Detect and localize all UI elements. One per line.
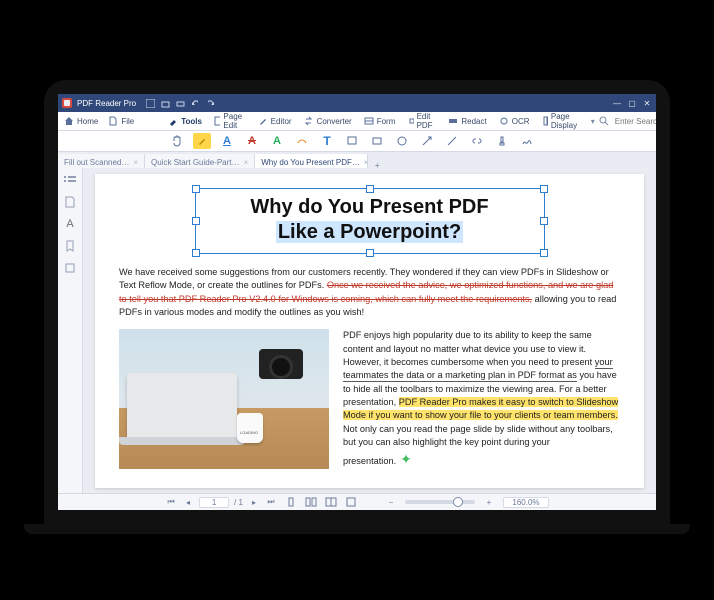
status-bar: ⏮ ◂ 1 / 1 ▸ ⏭ − + 160.0%	[58, 493, 656, 510]
search-input[interactable]	[613, 116, 656, 127]
signature-tool-icon[interactable]	[518, 133, 536, 149]
strikeout-tool-icon[interactable]: A	[243, 133, 261, 149]
redo-icon[interactable]	[205, 98, 215, 108]
view-double-icon[interactable]	[305, 496, 317, 508]
laptop-base	[24, 524, 690, 534]
side-panel: A	[58, 168, 83, 494]
star-annotation-icon: ✦	[400, 451, 412, 467]
view-book-icon[interactable]	[325, 496, 337, 508]
paragraph-1: We have received some suggestions from o…	[119, 266, 620, 319]
close-icon[interactable]: ✕	[642, 98, 652, 108]
undo-icon[interactable]	[190, 98, 200, 108]
resize-handle[interactable]	[540, 249, 548, 257]
page-total: / 1	[234, 498, 243, 507]
highlight-tool-icon[interactable]	[193, 133, 211, 149]
first-page-icon[interactable]: ⏮	[165, 496, 177, 508]
selected-text-box[interactable]: Why do You Present PDF Like a Powerpoint…	[195, 188, 545, 254]
resize-handle[interactable]	[540, 185, 548, 193]
read-mode-icon[interactable]	[345, 496, 357, 508]
annotations-icon[interactable]: A	[64, 218, 76, 230]
open-icon[interactable]	[160, 98, 170, 108]
squiggly-tool-icon[interactable]: A	[268, 133, 286, 149]
shape-rect-icon[interactable]	[368, 133, 386, 149]
save-icon[interactable]	[145, 98, 155, 108]
doc-title: Why do You Present PDF Like a Powerpoint…	[206, 195, 534, 245]
laptop-illustration	[127, 373, 237, 439]
text-tool-icon[interactable]: T	[318, 133, 336, 149]
maximize-icon[interactable]: ▢	[627, 98, 637, 108]
titlebar: PDF Reader Pro — ▢ ✕	[58, 94, 656, 112]
zoom-slider[interactable]	[405, 500, 475, 504]
print-icon[interactable]	[175, 98, 185, 108]
outline-icon[interactable]	[64, 196, 76, 208]
chevron-down-icon[interactable]: ▾	[591, 117, 595, 126]
thumbnails-icon[interactable]	[64, 174, 76, 186]
shape-circle-icon[interactable]	[393, 133, 411, 149]
zoom-value[interactable]: 160.0%	[503, 497, 549, 508]
close-tab-icon[interactable]: ×	[244, 158, 249, 167]
freehand-tool-icon[interactable]	[293, 133, 311, 149]
menu-form[interactable]: Form	[364, 112, 396, 130]
page-number-input[interactable]: 1	[199, 497, 229, 508]
menu-edit-pdf[interactable]: Edit PDF	[407, 112, 436, 130]
pdf-page[interactable]: Why do You Present PDF Like a Powerpoint…	[95, 174, 644, 488]
app-name: PDF Reader Pro	[77, 99, 136, 108]
resize-handle[interactable]	[192, 217, 200, 225]
resize-handle[interactable]	[366, 185, 374, 193]
shape-arrow-icon[interactable]	[418, 133, 436, 149]
link-tool-icon[interactable]	[468, 133, 486, 149]
resize-handle[interactable]	[192, 185, 200, 193]
resize-handle[interactable]	[192, 249, 200, 257]
menu-tools[interactable]: Tools	[168, 112, 202, 130]
toolbar: A A A T	[58, 131, 656, 152]
last-page-icon[interactable]: ⏭	[265, 496, 277, 508]
search-box[interactable]: ▾	[591, 116, 656, 127]
search-icon	[599, 116, 609, 126]
menu-ocr[interactable]: OCR	[499, 112, 530, 130]
zoom-in-icon[interactable]: +	[483, 496, 495, 508]
stamp-tool-icon[interactable]	[493, 133, 511, 149]
resize-handle[interactable]	[366, 249, 374, 257]
zoom-out-icon[interactable]: −	[385, 496, 397, 508]
resize-handle[interactable]	[540, 217, 548, 225]
hand-tool-icon[interactable]	[168, 133, 186, 149]
menu-page-display[interactable]: Page Display	[542, 112, 581, 130]
search-panel-icon[interactable]	[64, 262, 76, 274]
shape-line-icon[interactable]	[443, 133, 461, 149]
mug-illustration	[237, 413, 263, 443]
app-logo-icon	[62, 98, 72, 108]
menu-editor[interactable]: Editor	[258, 112, 292, 130]
underline-tool-icon[interactable]: A	[218, 133, 236, 149]
home-label: Home	[77, 117, 98, 126]
close-tab-icon[interactable]: ×	[133, 158, 138, 167]
prev-page-icon[interactable]: ◂	[182, 496, 194, 508]
article-image: LOADING	[119, 329, 329, 469]
view-single-icon[interactable]	[285, 496, 297, 508]
menu-converter[interactable]: Converter	[304, 112, 352, 130]
menu-page-edit[interactable]: Page Edit	[214, 112, 246, 130]
file-button[interactable]: File	[108, 116, 134, 126]
note-tool-icon[interactable]	[343, 133, 361, 149]
home-button[interactable]: Home	[64, 116, 98, 126]
menu-redact[interactable]: Redact	[448, 112, 486, 130]
next-page-icon[interactable]: ▸	[248, 496, 260, 508]
bookmarks-icon[interactable]	[64, 240, 76, 252]
file-label: File	[121, 117, 134, 126]
paragraph-2: PDF enjoys high popularity due to its ab…	[343, 329, 620, 469]
minimize-icon[interactable]: —	[612, 98, 622, 108]
ribbon: Home File Tools Page Edit Editor Convert…	[58, 112, 656, 131]
